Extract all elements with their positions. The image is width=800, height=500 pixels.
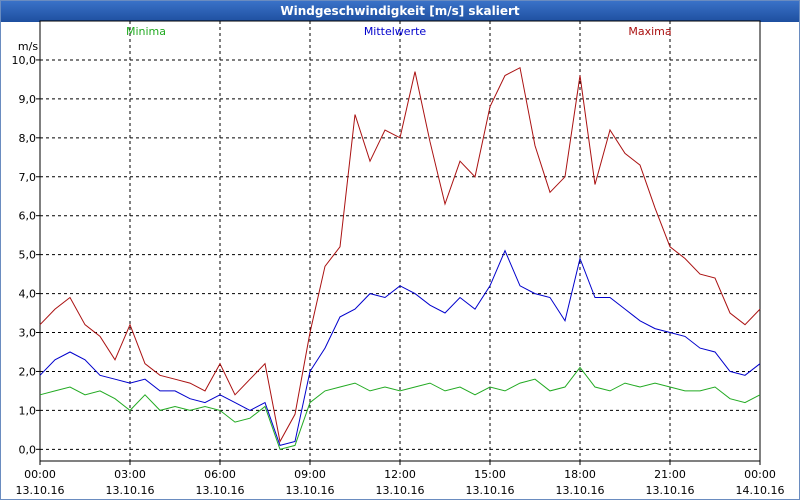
y-tick-label: 3,0 xyxy=(19,327,37,340)
x-tick-time: 09:00 xyxy=(294,468,326,481)
x-tick-time: 00:00 xyxy=(24,468,56,481)
x-tick-date: 13.10.16 xyxy=(106,484,155,497)
x-tick-date: 13.10.16 xyxy=(376,484,425,497)
x-tick-time: 21:00 xyxy=(654,468,686,481)
y-tick-label: 9,0 xyxy=(19,93,37,106)
y-tick-label: 0,0 xyxy=(19,443,37,456)
legend-entry-mittelwerte: Mittelwerte xyxy=(364,25,427,38)
legend-entry-maxima: Maxima xyxy=(628,25,671,38)
x-tick-time: 12:00 xyxy=(384,468,416,481)
x-tick-time: 00:00 xyxy=(744,468,776,481)
y-tick-label: 8,0 xyxy=(19,132,37,145)
y-tick-label: 1,0 xyxy=(19,404,37,417)
x-tick-time: 06:00 xyxy=(204,468,236,481)
y-tick-label: 10,0 xyxy=(12,54,37,67)
wind-speed-chart: 0,0 1,0 2,0 3,0 4,0 5,0 6,0 7,0 8,0 9,0 10,0 00:00… xyxy=(12,20,785,497)
y-axis-label: m/s xyxy=(18,40,38,53)
y-axis-ticks: 0,0 1,0 2,0 3,0 4,0 5,0 6,0 7,0 8,0 9,0 10,0 xyxy=(12,54,40,456)
x-tick-date: 13.10.16 xyxy=(286,484,335,497)
y-tick-label: 4,0 xyxy=(19,288,37,301)
x-axis-ticks: 00:00 13.10.16 03:00 13.10.16 06:00 13.10.16 0… xyxy=(16,461,785,497)
x-tick-time: 18:00 xyxy=(564,468,596,481)
x-tick-date: 13.10.16 xyxy=(16,484,65,497)
x-tick-time: 15:00 xyxy=(474,468,506,481)
x-tick-date: 13.10.16 xyxy=(196,484,245,497)
legend-entry-minima: Minima xyxy=(126,25,166,38)
x-tick-date: 13.10.16 xyxy=(466,484,515,497)
y-tick-label: 2,0 xyxy=(19,365,37,378)
y-tick-label: 5,0 xyxy=(19,249,37,262)
y-tick-label: 7,0 xyxy=(19,171,37,184)
x-tick-date: 13.10.16 xyxy=(646,484,695,497)
x-tick-date: 13.10.16 xyxy=(556,484,605,497)
x-tick-date: 14.10.16 xyxy=(736,484,785,497)
x-tick-time: 03:00 xyxy=(114,468,146,481)
y-tick-label: 6,0 xyxy=(19,210,37,223)
